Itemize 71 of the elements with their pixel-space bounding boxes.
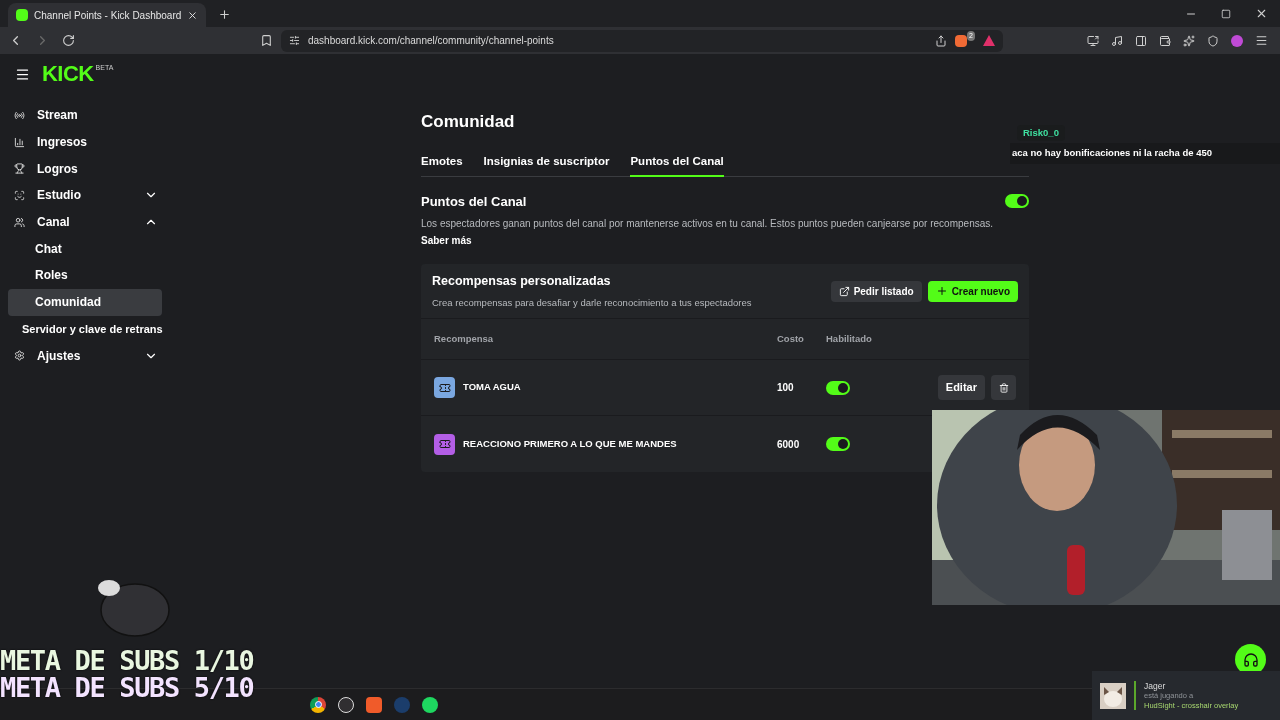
studio-icon (14, 189, 25, 201)
site-settings-icon[interactable] (289, 35, 300, 46)
browser-tab[interactable]: Channel Points - Kick Dashboard (8, 3, 207, 27)
kick-logo: KICK (42, 63, 94, 85)
menu-icon[interactable] (1255, 34, 1268, 47)
trash-icon (998, 382, 1009, 393)
edit-button[interactable]: Editar (937, 375, 985, 400)
column-header: Costo (777, 331, 805, 346)
headset-icon (1242, 651, 1259, 668)
toggle-switch[interactable] (1005, 194, 1029, 209)
create-button[interactable]: Crear nuevo (927, 280, 1018, 302)
ticket-icon (438, 438, 451, 450)
card-subtitle: Crea recompensas para desafiar y darle reconocimiento a tus espectadores (432, 295, 752, 310)
delete-button[interactable] (991, 375, 1016, 400)
sub-goal-text: META DE SUBS 1/10 (0, 647, 254, 674)
reward-name: TOMA AGUA (463, 380, 521, 395)
sub-goal-text: META DE SUBS 5/10 (0, 674, 254, 701)
sidebar-item[interactable]: Stream (8, 102, 162, 129)
wallet-icon[interactable] (1159, 34, 1171, 47)
profile-icon[interactable] (1231, 34, 1243, 47)
card-title: Recompensas personalizadas (432, 273, 612, 290)
plus-icon (935, 285, 948, 297)
column-header: Recompensa (434, 331, 495, 346)
chat-message: aca no hay bonificaciones ni la racha de 450 (1010, 143, 1280, 164)
music-icon[interactable] (1111, 34, 1123, 47)
share-icon[interactable] (935, 34, 948, 47)
screen-icon[interactable] (1087, 34, 1099, 47)
sidebar-item[interactable]: Logros (8, 155, 162, 183)
tab[interactable]: Emotes (421, 151, 463, 177)
sidebar-icon[interactable] (1135, 34, 1147, 47)
learn-more-link[interactable]: Saber más (421, 233, 472, 248)
sidebar-item[interactable]: Estudio (8, 182, 162, 209)
section-title: Puntos del Canal (421, 192, 527, 211)
triangle-icon[interactable] (983, 35, 995, 46)
tab-title: Channel Points - Kick Dashboard (34, 8, 182, 23)
vpn-shield-icon[interactable] (1207, 34, 1219, 47)
reward-name: REACCIONO PRIMERO A LO QUE ME MANDES (463, 436, 677, 451)
maximize-icon[interactable] (1221, 8, 1231, 19)
trophy-icon (14, 163, 25, 175)
request-list-button[interactable]: Pedir listado (830, 280, 922, 302)
reload-icon[interactable] (62, 34, 75, 47)
close-icon[interactable] (187, 9, 199, 21)
settings-icon (14, 350, 25, 362)
menu-icon[interactable] (15, 66, 30, 82)
friend-name: Jager (1144, 680, 1167, 692)
section-description: Los espectadores ganan puntos del canal por mantenerse activos en tu canal. Estos puntos pueden canjearse por recompensas. (421, 217, 995, 231)
reward-cost: 100 (777, 381, 795, 395)
external-link-icon (838, 285, 850, 297)
sparkle-icon[interactable] (1183, 34, 1195, 47)
stream-icon (14, 109, 25, 121)
sidebar-item[interactable]: Servidor y clave de retrans (8, 315, 162, 343)
bookmark-icon[interactable] (260, 34, 273, 47)
channel-icon (14, 216, 25, 228)
enabled-toggle[interactable] (826, 437, 850, 451)
sidebar-item[interactable]: Ingresos (8, 128, 162, 156)
reward-cost: 6000 (777, 437, 801, 452)
tab[interactable]: Puntos del Canal (630, 151, 724, 177)
sidebar-item[interactable]: Canal (8, 208, 162, 236)
chat-username: Risk0_0 (1017, 125, 1065, 142)
kick-favicon-icon (16, 9, 28, 21)
sidebar-subitem[interactable]: Chat (8, 235, 162, 263)
tab[interactable]: Insignias de suscriptor (483, 151, 610, 177)
close-window-icon[interactable] (1255, 7, 1268, 20)
url-text: dashboard.kick.com/channel/community/channel-points (308, 34, 554, 48)
enabled-toggle[interactable] (826, 380, 850, 395)
sidebar-item[interactable]: Ajustes (8, 342, 162, 369)
sidebar-subitem[interactable]: Roles (8, 262, 162, 289)
sidebar-subitem[interactable]: Comunidad (8, 288, 162, 316)
revenue-icon (14, 136, 25, 148)
new-tab-icon[interactable] (218, 8, 232, 21)
column-header: Habilitado (826, 331, 873, 346)
